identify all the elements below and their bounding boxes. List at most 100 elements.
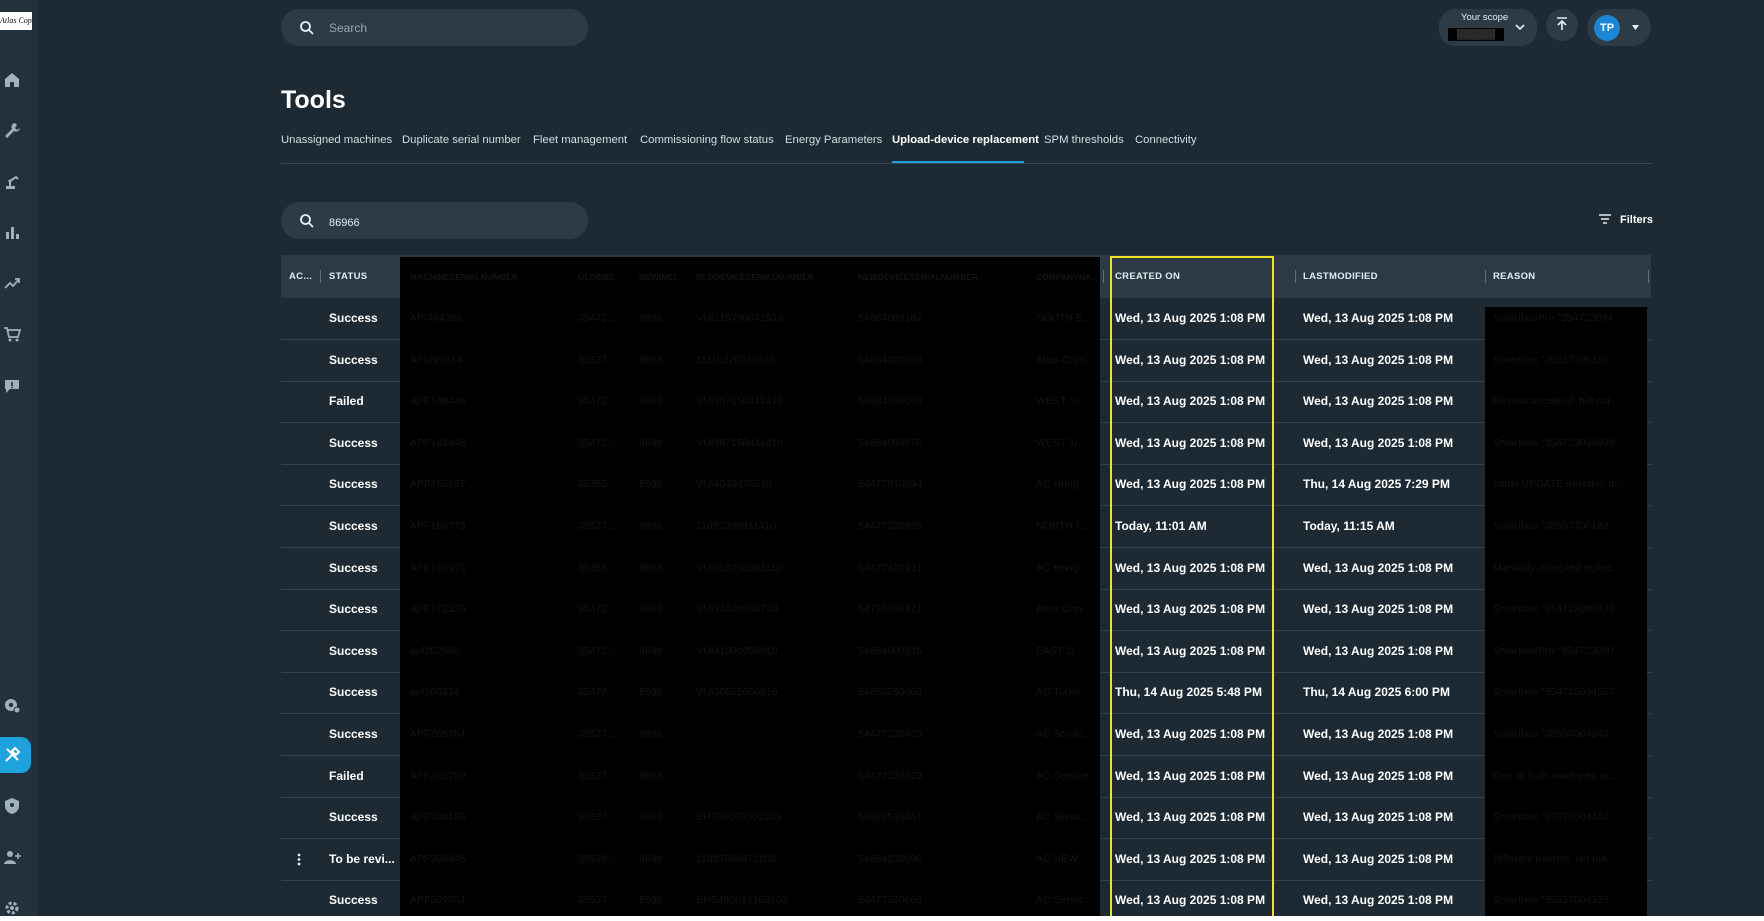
column-separator[interactable]	[320, 270, 321, 283]
status-cell: To be revi...	[329, 851, 395, 866]
redacted-cell: 8698...	[639, 686, 672, 699]
redacted-header: OLDIMEI	[578, 272, 614, 282]
col-header-reason[interactable]: REASON	[1493, 255, 1535, 298]
scope-selector[interactable]: Your scope ██████	[1439, 9, 1537, 46]
avatar[interactable]: TP	[1594, 15, 1620, 41]
redacted-cell: 8698...	[639, 769, 672, 782]
brand-logo[interactable]: Atlas Copco	[0, 12, 32, 30]
reason-cell: Smartbox "354723094998...	[1493, 436, 1624, 449]
caret-down-icon	[1632, 25, 1639, 30]
redacted-cell: 35537...	[578, 520, 616, 532]
tab-fleet-management[interactable]: Fleet management	[533, 132, 627, 148]
table-search-input[interactable]: 86966	[329, 202, 360, 244]
redacted-cell: APF205784	[410, 728, 466, 740]
column-separator[interactable]	[1295, 270, 1296, 283]
search-input[interactable]: Search	[329, 9, 367, 47]
shield-icon[interactable]	[3, 797, 21, 815]
redacted-cell: AC Servic...	[1036, 894, 1092, 907]
redacted-cell: 8698...	[639, 561, 672, 574]
redacted-cell: APF172329	[410, 603, 466, 616]
reason-cell: Review accepted, but cur...	[1493, 395, 1620, 408]
redacted-cell: VUI30555050610	[696, 686, 778, 699]
last-modified-cell: Wed, 13 Aug 2025 1:08 PM	[1303, 311, 1454, 325]
reason-cell: SmartboxPro "354723000...	[1493, 644, 1623, 657]
upload-button[interactable]	[1546, 9, 1578, 41]
column-separator[interactable]	[1648, 270, 1649, 283]
redacted-cell: 54684090070	[858, 436, 923, 449]
col-header-actions[interactable]: AC...	[289, 255, 317, 298]
search-icon	[300, 214, 314, 228]
redacted-cell: APF205789	[410, 769, 466, 782]
redacted-cell: API499514	[410, 353, 462, 366]
redacted-cell: 54477320669	[858, 894, 923, 907]
tab-commissioning-flow-status[interactable]: Commissioning flow status	[640, 132, 774, 148]
redacted-cell: 35472...	[578, 686, 616, 699]
redacted-header: COMPANYNA...	[1036, 272, 1099, 282]
column-separator[interactable]	[1103, 270, 1104, 283]
redacted-header: MACHINESERIALNUMBER	[410, 272, 519, 282]
last-modified-cell: Thu, 14 Aug 2025 6:00 PM	[1303, 685, 1450, 700]
settings-badge-icon[interactable]	[3, 696, 21, 714]
last-modified-cell: Wed, 13 Aug 2025 1:08 PM	[1303, 602, 1454, 617]
reason-cell: SmartboxPro "354723094...	[1493, 312, 1623, 324]
redacted-cell: AC NEW...	[1036, 852, 1087, 865]
gear-icon[interactable]	[3, 899, 21, 916]
upload-icon	[1557, 17, 1567, 30]
tab-unassigned-machines[interactable]: Unassigned machines	[281, 132, 392, 148]
trend-line-icon[interactable]	[3, 274, 21, 292]
column-separator[interactable]	[1485, 270, 1486, 283]
redacted-cell: 8698...	[639, 478, 672, 491]
tab-spm-thresholds[interactable]: SPM thresholds	[1044, 132, 1124, 148]
redacted-cell: AC Service...	[1036, 769, 1098, 782]
global-search[interactable]: Search	[281, 9, 588, 46]
tab-duplicate-serial-number[interactable]: Duplicate serial number	[402, 132, 521, 148]
redacted-header: OLDDEVICESERIALNUMBER	[696, 272, 815, 282]
add-user-icon[interactable]	[3, 848, 21, 866]
redacted-cell: AC Scrolc...	[1036, 728, 1092, 740]
redacted-cell: VUI41000050010	[696, 644, 778, 657]
reason-cell: One or both machines ar...	[1493, 769, 1617, 782]
redacted-header: NEWDEVICESERIALNUMBER	[858, 272, 978, 282]
user-menu[interactable]: TP	[1587, 9, 1651, 46]
col-header-status[interactable]: STATUS	[329, 255, 367, 298]
redacted-cell: 54477330925	[858, 520, 923, 532]
last-modified-cell: Wed, 13 Aug 2025 1:08 PM	[1303, 727, 1454, 741]
redacted-cell: VUI307150411410	[696, 436, 783, 449]
reason-cell: Manually accepted replac...	[1493, 561, 1621, 574]
last-modified-cell: Wed, 13 Aug 2025 1:08 PM	[1303, 768, 1454, 783]
redacted-cell: 35537...	[578, 728, 616, 740]
last-modified-cell: Thu, 14 Aug 2025 7:29 PM	[1303, 477, 1450, 492]
redacted-cell: 35537...	[578, 769, 616, 782]
redacted-cell: 54477910294	[858, 478, 923, 491]
last-modified-cell: Wed, 13 Aug 2025 1:08 PM	[1303, 851, 1454, 866]
redacted-cell: 35472...	[578, 644, 616, 657]
tab-connectivity[interactable]: Connectivity	[1135, 132, 1197, 148]
redacted-cell: 35472...	[578, 436, 616, 449]
reason-cell: Smartbox "35537706183...	[1493, 520, 1618, 532]
chat-alert-icon[interactable]	[3, 377, 21, 395]
redacted-cell: APF166773	[410, 520, 466, 532]
status-cell: Success	[329, 560, 378, 575]
tab-upload-device-replacement[interactable]: Upload-device replacement	[892, 132, 1039, 148]
redacted-cell: 35355...	[578, 478, 616, 491]
redacted-cell: AC Servic...	[1036, 811, 1092, 824]
scope-value: ██████	[1448, 28, 1504, 41]
robot-arm-icon[interactable]	[3, 172, 21, 190]
last-modified-cell: Wed, 13 Aug 2025 1:08 PM	[1303, 352, 1454, 367]
redacted-cell: 8698...	[639, 312, 672, 324]
redacted-cell: 8698...	[639, 728, 672, 740]
cart-icon[interactable]	[3, 325, 21, 343]
tab-energy-parameters[interactable]: Energy Parameters	[785, 132, 882, 148]
more-vertical-icon[interactable]	[297, 853, 301, 866]
redacted-cell: AC Turke...	[1036, 686, 1089, 699]
bar-chart-icon[interactable]	[3, 223, 21, 241]
redacted-cell: 54477230423	[858, 769, 923, 782]
wrench-icon[interactable]	[3, 121, 21, 139]
redacted-cell: Atlas Copc...	[1036, 353, 1096, 366]
home-icon[interactable]	[3, 71, 21, 89]
sidebar-item-tools[interactable]	[0, 737, 31, 773]
table-search[interactable]: 86966	[281, 202, 588, 239]
redacted-cell: 8698...	[639, 852, 672, 865]
col-header-last-modified[interactable]: LASTMODIFIED	[1303, 255, 1378, 298]
redacted-cell: NORTH I...	[1036, 520, 1088, 532]
